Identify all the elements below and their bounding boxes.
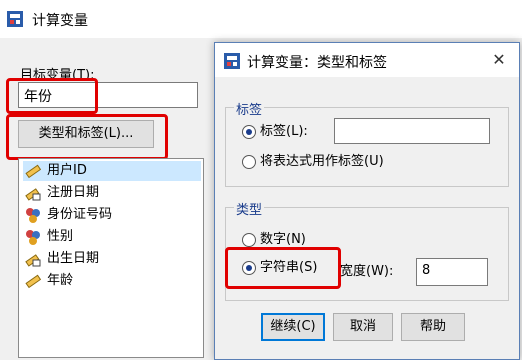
ruler-scale-icon <box>25 274 41 289</box>
cancel-button[interactable]: 取消 <box>333 313 393 341</box>
highlight-box-string <box>225 247 341 289</box>
variable-list[interactable]: 用户ID 注册日期 身份证号码 性别 出生日期 年龄 <box>18 158 204 358</box>
continue-button[interactable]: 继续(C) <box>261 313 325 341</box>
compute-app-icon <box>224 53 240 69</box>
type-label-dialog: 计算变量：类型和标签 ✕ 标签 标签(L): 将表达式用作标签(U) 类型 数字… <box>214 42 520 360</box>
variable-item[interactable]: 用户ID <box>23 161 201 181</box>
compute-app-icon <box>7 11 23 27</box>
date-scale-icon <box>25 254 41 267</box>
radio-button[interactable] <box>242 233 256 247</box>
close-icon[interactable]: ✕ <box>489 50 509 70</box>
label-group-legend: 标签 <box>234 99 265 118</box>
variable-item[interactable]: 性别 <box>23 227 201 247</box>
variable-item[interactable]: 出生日期 <box>23 249 201 269</box>
label-group: 标签 标签(L): 将表达式用作标签(U) <box>225 99 509 187</box>
date-scale-icon <box>25 188 41 201</box>
main-title-bar: 计算变量 <box>0 0 522 38</box>
dialog-title-bar: 计算变量：类型和标签 ✕ <box>215 43 519 77</box>
help-button[interactable]: 帮助 <box>401 313 465 341</box>
type-group-legend: 类型 <box>234 199 265 218</box>
highlight-box-type-button <box>6 114 168 160</box>
radio-button[interactable] <box>242 155 256 169</box>
ruler-scale-icon <box>25 164 41 179</box>
variable-item[interactable]: 注册日期 <box>23 183 201 203</box>
width-input[interactable]: 8 <box>416 258 488 286</box>
nominal-string-icon <box>26 230 40 245</box>
highlight-box-target <box>6 78 98 114</box>
width-label: 宽度(W): <box>340 264 394 279</box>
main-window-title: 计算变量 <box>32 13 88 29</box>
variable-item[interactable]: 身份证号码 <box>23 205 201 225</box>
label-text-input[interactable] <box>334 118 490 144</box>
nominal-string-icon <box>26 208 40 223</box>
dialog-title: 计算变量：类型和标签 <box>247 55 387 71</box>
radio-button-selected[interactable] <box>242 125 256 139</box>
variable-item[interactable]: 年龄 <box>23 271 201 291</box>
